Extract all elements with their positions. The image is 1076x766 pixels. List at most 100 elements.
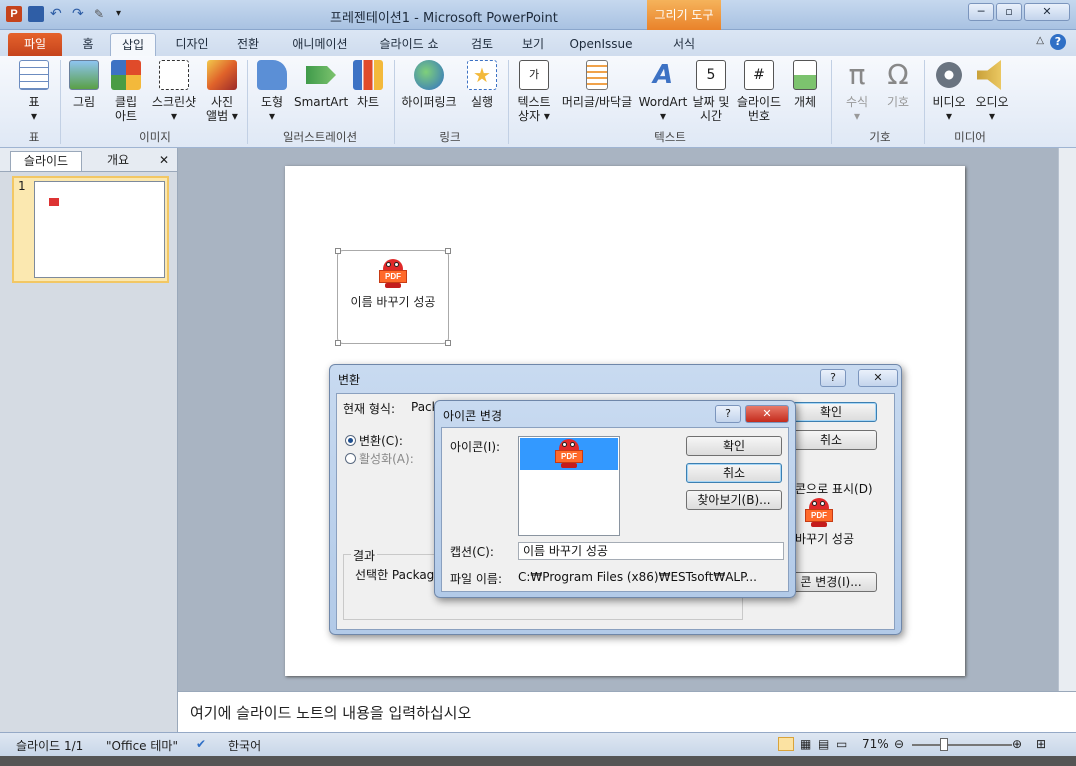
tab-slides[interactable]: 슬라이드 <box>10 151 82 171</box>
close-button[interactable]: ✕ <box>858 369 898 387</box>
wordart-button[interactable]: A WordArt ▾ <box>638 60 688 123</box>
redo-icon[interactable]: ↷ <box>72 6 88 22</box>
tab-insert[interactable]: 삽입 <box>110 33 156 56</box>
smartart-button[interactable]: SmartArt <box>294 60 348 109</box>
smartart-icon <box>306 66 336 84</box>
undo-icon[interactable]: ↶ <box>50 6 66 22</box>
group-label-media: 미디어 <box>954 130 986 144</box>
save-icon[interactable] <box>28 6 44 22</box>
hyperlink-globe-icon <box>414 60 444 90</box>
theme-name[interactable]: "Office 테마" <box>106 737 178 754</box>
video-button[interactable]: 비디오 ▾ <box>930 60 968 123</box>
clipart-button[interactable]: 클립 아트 <box>106 60 146 123</box>
zoom-level[interactable]: 71% <box>862 737 889 751</box>
result-label: 결과 <box>351 547 378 564</box>
film-reel-icon <box>934 60 964 90</box>
convert-cancel-button[interactable]: 취소 <box>785 430 877 450</box>
tab-animations[interactable]: 애니메이션 <box>285 33 355 56</box>
reading-view-icon[interactable]: ▤ <box>818 737 829 751</box>
draw-icon[interactable]: ✎ <box>94 6 110 22</box>
icon-cancel-button[interactable]: 취소 <box>686 463 782 483</box>
help-button[interactable]: ? <box>715 405 741 423</box>
icon-ok-button[interactable]: 확인 <box>686 436 782 456</box>
spellcheck-icon[interactable]: ✔ <box>196 737 206 751</box>
table-button[interactable]: 표 ▾ <box>14 60 54 123</box>
normal-view-icon[interactable] <box>778 737 794 751</box>
group-label-illustrations: 일러스트레이션 <box>282 130 358 144</box>
resize-handle[interactable] <box>445 248 451 254</box>
tab-transitions[interactable]: 전환 <box>230 33 266 56</box>
language-indicator[interactable]: 한국어 <box>228 737 261 754</box>
header-footer-button[interactable]: 머리글/바닥글 <box>558 60 636 109</box>
zoom-slider-thumb[interactable] <box>940 738 948 751</box>
help-button[interactable]: ? <box>820 369 846 387</box>
tab-view[interactable]: 보기 <box>517 33 549 56</box>
zoom-slider[interactable] <box>912 744 1012 746</box>
resize-handle[interactable] <box>335 340 341 346</box>
wordart-icon: A <box>652 60 674 90</box>
shapes-icon <box>257 60 287 90</box>
powerpoint-app-icon[interactable]: P <box>6 6 22 22</box>
tab-review[interactable]: 검토 <box>466 33 498 56</box>
vertical-scrollbar[interactable] <box>1058 148 1076 691</box>
object-caption: 이름 바꾸기 성공 <box>350 295 436 309</box>
slide-number-button[interactable]: # 슬라이드 번호 <box>734 60 784 123</box>
activate-radio[interactable]: 활성화(A): <box>345 450 414 467</box>
zoom-out-icon[interactable]: ⊖ <box>894 737 904 751</box>
change-icon-button[interactable]: 콘 변경(I)... <box>785 572 877 592</box>
display-as-icon-checkbox[interactable]: 콘으로 표시(D) <box>795 480 873 497</box>
tab-outline[interactable]: 개요 <box>90 151 146 171</box>
resize-handle[interactable] <box>335 248 341 254</box>
picture-button[interactable]: 그림 <box>64 60 104 109</box>
current-format-label: 현재 형식: <box>343 402 396 416</box>
window-controls: ─ ▫ ✕ <box>968 3 1070 21</box>
dialog-title: 아이콘 변경 <box>443 409 503 423</box>
icon-list[interactable]: PDF <box>518 436 620 536</box>
collapse-ribbon-icon[interactable]: △ <box>1036 35 1044 46</box>
tab-slideshow[interactable]: 슬라이드 쇼 <box>372 33 446 56</box>
resize-handle[interactable] <box>445 340 451 346</box>
group-label-images: 이미지 <box>139 130 171 144</box>
minimize-button[interactable]: ─ <box>968 3 994 21</box>
calendar-icon: 5 <box>696 60 726 90</box>
maximize-button[interactable]: ▫ <box>996 3 1022 21</box>
icon-list-item-selected[interactable]: PDF <box>520 438 618 470</box>
equation-button[interactable]: π 수식 ▾ <box>838 58 876 124</box>
group-label-table: 표 <box>28 130 40 144</box>
tab-openissue[interactable]: OpenIssue <box>568 33 634 56</box>
tab-home[interactable]: 홈 <box>74 33 102 56</box>
convert-radio[interactable]: 변환(C): <box>345 432 403 449</box>
action-button[interactable]: ★ 실행 <box>462 60 502 109</box>
notes-pane[interactable]: 여기에 슬라이드 노트의 내용을 입력하십시오 <box>178 691 1076 732</box>
convert-ok-button[interactable]: 확인 <box>785 402 877 422</box>
customize-qat-icon[interactable]: ▾ <box>116 6 132 22</box>
action-star-icon: ★ <box>467 60 497 90</box>
close-button[interactable]: ✕ <box>745 405 789 423</box>
tab-format[interactable]: 서식 <box>668 33 700 56</box>
close-window-button[interactable]: ✕ <box>1024 3 1070 21</box>
chart-button[interactable]: 차트 <box>350 60 386 109</box>
zoom-in-icon[interactable]: ⊕ <box>1012 737 1022 751</box>
audio-button[interactable]: 오디오 ▾ <box>972 60 1012 123</box>
tab-design[interactable]: 디자인 <box>168 33 216 56</box>
photo-album-button[interactable]: 사진 앨범 ▾ <box>202 60 242 123</box>
close-pane-icon[interactable]: ✕ <box>156 151 172 171</box>
embedded-package-object[interactable]: PDF 이름 바꾸기 성공 <box>335 248 451 346</box>
slide-sorter-icon[interactable]: ▦ <box>800 737 811 751</box>
date-time-button[interactable]: 5 날짜 및 시간 <box>690 60 732 123</box>
fit-to-window-icon[interactable]: ⊞ <box>1036 737 1046 751</box>
slide-thumbnail[interactable] <box>12 176 169 283</box>
textbox-icon: 가 <box>519 60 549 90</box>
shapes-button[interactable]: 도형 ▾ <box>252 60 292 123</box>
help-icon[interactable]: ? <box>1050 34 1066 50</box>
symbol-button[interactable]: Ω 기호 <box>878 60 918 110</box>
screenshot-button[interactable]: 스크린샷 ▾ <box>148 60 200 123</box>
caption-input[interactable]: 이름 바꾸기 성공 <box>518 542 784 560</box>
browse-button[interactable]: 찾아보기(B)... <box>686 490 782 510</box>
object-button[interactable]: 개체 <box>786 60 824 109</box>
tab-file[interactable]: 파일 <box>8 33 62 56</box>
pi-icon: π <box>848 58 866 91</box>
slideshow-view-icon[interactable]: ▭ <box>836 737 847 751</box>
hyperlink-button[interactable]: 하이퍼링크 <box>398 60 460 109</box>
textbox-button[interactable]: 가 텍스트 상자 ▾ <box>512 60 556 123</box>
